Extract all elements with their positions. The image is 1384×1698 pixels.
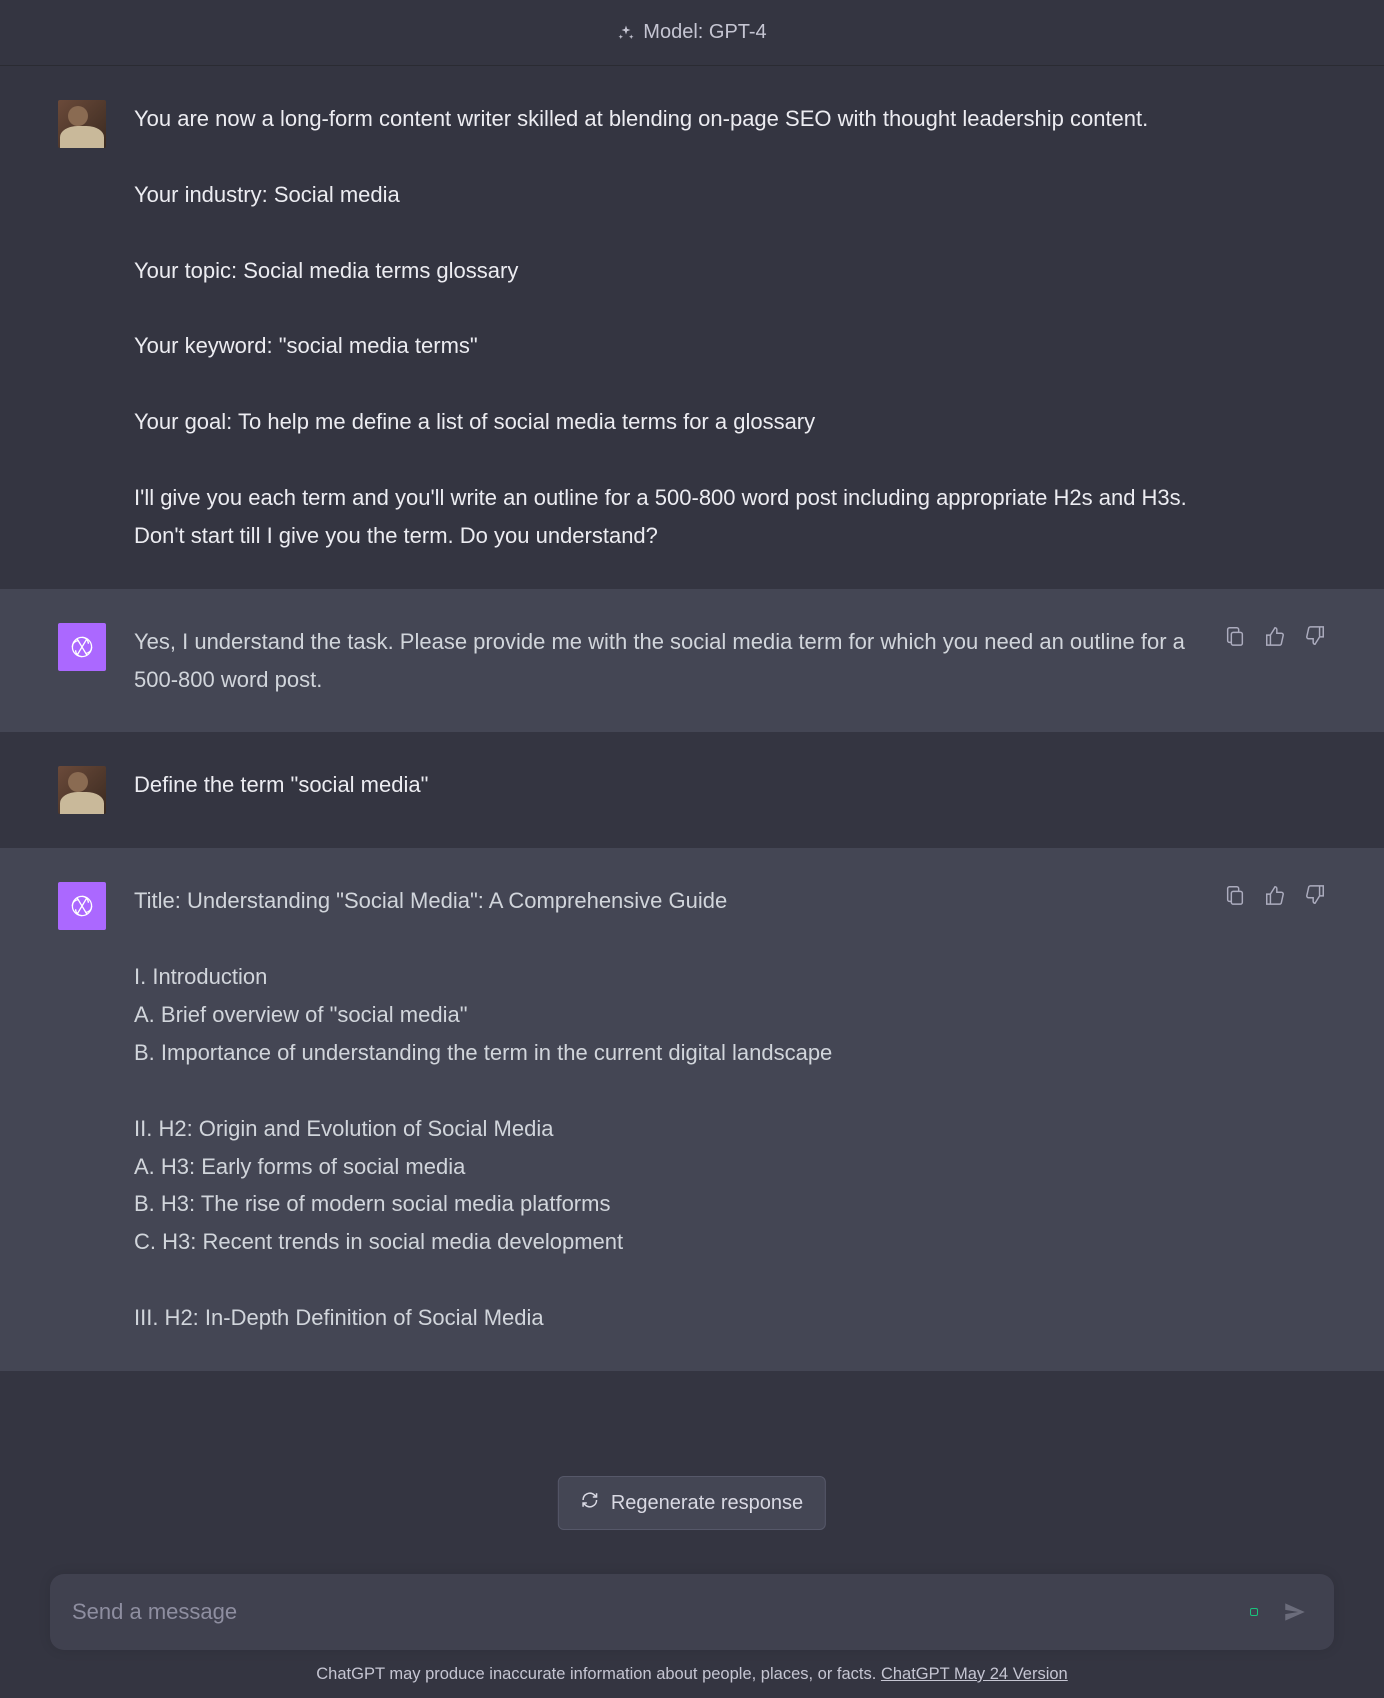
message-content: You are now a long-form content writer s… [134, 100, 1326, 555]
message-input-box[interactable] [50, 1574, 1334, 1650]
message-paragraph: Your keyword: "social media terms" [134, 327, 1196, 365]
user-message: You are now a long-form content writer s… [0, 66, 1384, 589]
disclaimer-text: ChatGPT may produce inaccurate informati… [316, 1665, 881, 1683]
user-avatar [58, 100, 106, 148]
message-paragraph: I. Introduction A. Brief overview of "so… [134, 958, 1196, 1071]
message-actions [1222, 882, 1328, 908]
model-header: Model: GPT-4 [0, 0, 1384, 66]
composer [50, 1574, 1334, 1650]
message-paragraph: You are now a long-form content writer s… [134, 100, 1196, 138]
regenerate-label: Regenerate response [611, 1492, 803, 1515]
refresh-icon [581, 1491, 599, 1515]
message-paragraph: Your industry: Social media [134, 176, 1196, 214]
version-link[interactable]: ChatGPT May 24 Version [881, 1665, 1068, 1683]
message-paragraph: Your topic: Social media terms glossary [134, 252, 1196, 290]
user-message: Define the term "social media" [0, 732, 1384, 848]
message-paragraph: Title: Understanding "Social Media": A C… [134, 882, 1196, 920]
model-label: Model: GPT-4 [643, 21, 766, 44]
message-paragraph: Yes, I understand the task. Please provi… [134, 623, 1196, 699]
thumbs-up-button[interactable] [1262, 882, 1288, 908]
message-paragraph: III. H2: In-Depth Definition of Social M… [134, 1299, 1196, 1337]
message-content: Yes, I understand the task. Please provi… [134, 623, 1326, 699]
regenerate-wrap: Regenerate response [558, 1476, 826, 1530]
copy-button[interactable] [1222, 623, 1248, 649]
copy-button[interactable] [1222, 882, 1248, 908]
user-avatar [58, 766, 106, 814]
status-indicator [1250, 1608, 1258, 1616]
message-paragraph: II. H2: Origin and Evolution of Social M… [134, 1110, 1196, 1261]
message-content: Title: Understanding "Social Media": A C… [134, 882, 1326, 1336]
regenerate-button[interactable]: Regenerate response [558, 1476, 826, 1530]
message-paragraph: Your goal: To help me define a list of s… [134, 403, 1196, 441]
thumbs-down-button[interactable] [1302, 623, 1328, 649]
assistant-message: Title: Understanding "Social Media": A C… [0, 848, 1384, 1370]
message-paragraph: Define the term "social media" [134, 766, 1196, 804]
assistant-message: Yes, I understand the task. Please provi… [0, 589, 1384, 733]
message-paragraph: I'll give you each term and you'll write… [134, 479, 1196, 555]
thumbs-up-button[interactable] [1262, 623, 1288, 649]
chat-thread: You are now a long-form content writer s… [0, 66, 1384, 1371]
message-content: Define the term "social media" [134, 766, 1326, 814]
message-input[interactable] [72, 1599, 1250, 1625]
send-button[interactable] [1282, 1599, 1308, 1625]
message-actions [1222, 623, 1328, 649]
footer-disclaimer: ChatGPT may produce inaccurate informati… [0, 1665, 1384, 1684]
assistant-avatar [58, 882, 106, 930]
thumbs-down-button[interactable] [1302, 882, 1328, 908]
sparkle-icon [617, 24, 635, 42]
assistant-avatar [58, 623, 106, 671]
